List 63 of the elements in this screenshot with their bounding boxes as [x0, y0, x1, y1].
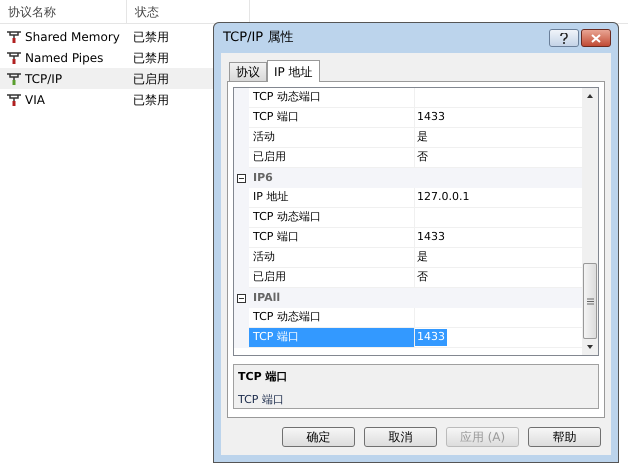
help-button[interactable]: [549, 29, 579, 47]
property-row[interactable]: 活动 是: [234, 248, 582, 268]
grip-icon: [586, 298, 594, 304]
property-name: TCP 端口: [249, 228, 415, 248]
property-row[interactable]: TCP 动态端口: [234, 88, 582, 108]
property-name: TCP 端口: [249, 328, 415, 348]
close-icon: [591, 34, 601, 42]
property-value[interactable]: 否: [415, 149, 430, 166]
plug-icon: [6, 92, 22, 106]
property-row[interactable]: 已启用 否: [234, 268, 582, 288]
property-value[interactable]: 是: [415, 249, 430, 266]
property-name: 已启用: [249, 148, 415, 168]
protocol-name: VIA: [25, 92, 45, 108]
property-row[interactable]: TCP 端口 1433: [234, 228, 582, 248]
property-row[interactable]: TCP 动态端口: [234, 308, 582, 328]
protocol-row[interactable]: Named Pipes 已禁用: [0, 47, 213, 68]
description-title: TCP 端口: [238, 369, 288, 385]
plug-icon: [6, 50, 22, 64]
property-name: 活动: [249, 128, 415, 148]
protocol-status: 已启用: [132, 70, 169, 88]
tab[interactable]: 协议: [229, 62, 267, 81]
property-row[interactable]: TCP 动态端口: [234, 208, 582, 228]
window-title: TCP/IP 属性: [222, 29, 294, 48]
protocol-row[interactable]: VIA 已禁用: [0, 89, 213, 110]
collapse-icon[interactable]: [237, 294, 246, 302]
collapse-icon[interactable]: [237, 174, 246, 182]
property-name: IP 地址: [249, 188, 415, 208]
protocol-row[interactable]: Shared Memory 已禁用: [0, 26, 213, 47]
protocol-name: Shared Memory: [25, 28, 120, 46]
property-name: TCP 动态端口: [249, 308, 415, 328]
protocol-status: 已禁用: [132, 92, 169, 108]
property-name: 已启用: [249, 268, 415, 288]
property-name: TCP 端口: [249, 108, 415, 128]
protocol-name: TCP/IP: [25, 70, 62, 88]
scroll-thumb[interactable]: [583, 263, 597, 339]
protocol-row[interactable]: TCP/IP 已启用: [0, 68, 213, 89]
description-text: TCP 端口: [238, 392, 285, 408]
property-value[interactable]: 是: [415, 129, 430, 146]
group-heading: IP6: [252, 170, 273, 186]
property-row[interactable]: 活动 是: [234, 128, 582, 148]
tab[interactable]: IP 地址: [267, 60, 320, 82]
plug-icon: [6, 72, 22, 86]
scrollbar[interactable]: [582, 88, 598, 355]
protocol-name: Named Pipes: [25, 50, 104, 66]
property-row[interactable]: IP 地址 127.0.0.1: [234, 188, 582, 208]
column-header[interactable]: 协议名称: [0, 0, 127, 23]
help-icon: [560, 32, 568, 44]
property-value[interactable]: 1433: [415, 109, 447, 126]
property-value[interactable]: 否: [415, 269, 430, 286]
group-heading: IPAll: [252, 290, 280, 306]
property-name: 活动: [249, 248, 415, 268]
dialog-button[interactable]: 帮助: [528, 427, 601, 447]
protocol-status: 已禁用: [132, 28, 169, 46]
property-name: TCP 动态端口: [249, 88, 415, 108]
property-value[interactable]: 1433: [415, 229, 447, 246]
property-name: TCP 动态端口: [249, 208, 415, 228]
protocol-status: 已禁用: [132, 50, 169, 66]
dialog-button[interactable]: 确定: [282, 427, 355, 447]
plug-icon: [6, 30, 22, 44]
dialog-button[interactable]: 取消: [364, 427, 437, 447]
property-row[interactable]: TCP 端口 1433: [234, 108, 582, 128]
close-button[interactable]: [581, 29, 611, 47]
property-row[interactable]: 已启用 否: [234, 148, 582, 168]
